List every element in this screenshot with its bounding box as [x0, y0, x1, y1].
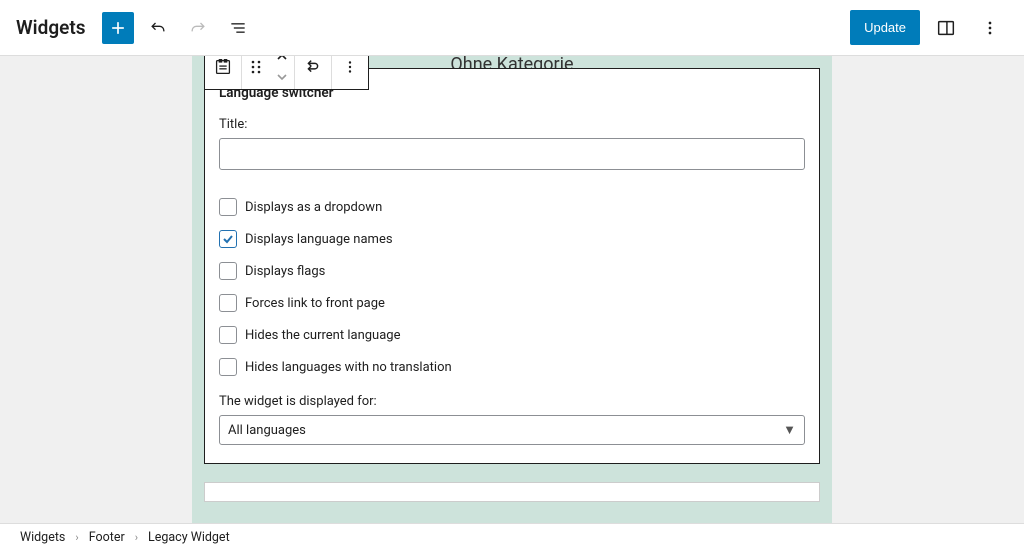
chevron-up-icon: [275, 56, 289, 62]
breadcrumb-item[interactable]: Widgets: [20, 530, 65, 545]
block-type-button[interactable]: [205, 56, 241, 89]
editor-top-toolbar: Widgets Update: [0, 0, 1024, 56]
widget-area-footer: Ohne Kategorie: [192, 56, 832, 523]
checkbox[interactable]: [219, 358, 237, 376]
update-button[interactable]: Update: [850, 10, 920, 45]
breadcrumb-sep: ›: [135, 531, 138, 544]
caret-down-icon: ▼: [783, 422, 796, 438]
plus-icon: [108, 18, 128, 38]
chevron-down-icon: [275, 72, 289, 82]
option-dropdown[interactable]: Displays as a dropdown: [219, 198, 805, 216]
checkbox[interactable]: [219, 198, 237, 216]
breadcrumb-item[interactable]: Footer: [89, 530, 125, 545]
option-label: Hides the current language: [245, 328, 400, 343]
block-toolbar: [204, 56, 369, 90]
kebab-icon: [341, 58, 359, 76]
block-more-options[interactable]: [332, 56, 368, 89]
title-label: Title:: [219, 117, 805, 132]
display-for-label: The widget is displayed for:: [219, 394, 805, 409]
redo-icon: [188, 18, 208, 38]
breadcrumb-sep: ›: [75, 531, 78, 544]
breadcrumb-item[interactable]: Legacy Widget: [148, 530, 230, 545]
option-label: Displays language names: [245, 232, 393, 247]
add-block-button[interactable]: [102, 12, 134, 44]
sidebar-icon: [935, 17, 957, 39]
block-breadcrumb: Widgets › Footer › Legacy Widget: [0, 523, 1024, 551]
list-view-button[interactable]: [222, 12, 254, 44]
drag-handle[interactable]: [242, 56, 270, 89]
option-label: Displays flags: [245, 264, 325, 279]
settings-sidebar-toggle[interactable]: [928, 10, 964, 46]
checkbox[interactable]: [219, 326, 237, 344]
move-up-button[interactable]: [274, 56, 290, 67]
legacy-widget-icon: [212, 56, 234, 78]
redo-button[interactable]: [182, 12, 214, 44]
legacy-widget-block[interactable]: Language switcher Title: Displays as a d…: [204, 68, 820, 464]
checkbox[interactable]: [219, 262, 237, 280]
move-to-icon: [302, 56, 324, 78]
more-options-button[interactable]: [972, 10, 1008, 46]
undo-button[interactable]: [142, 12, 174, 44]
display-for-select[interactable]: All languages ▼: [219, 415, 805, 445]
select-value: All languages: [228, 423, 306, 438]
widget-form: Language switcher Title: Displays as a d…: [204, 68, 820, 464]
drag-icon: [249, 58, 263, 76]
move-to-area-button[interactable]: [295, 56, 331, 89]
option-hide-current[interactable]: Hides the current language: [219, 326, 805, 344]
next-block-partial[interactable]: [204, 482, 820, 502]
option-label: Hides languages with no translation: [245, 360, 452, 375]
kebab-icon: [980, 18, 1000, 38]
title-input[interactable]: [219, 138, 805, 170]
list-view-icon: [228, 18, 248, 38]
option-label: Displays as a dropdown: [245, 200, 382, 215]
option-names[interactable]: Displays language names: [219, 230, 805, 248]
option-label: Forces link to front page: [245, 296, 385, 311]
option-flags[interactable]: Displays flags: [219, 262, 805, 280]
move-down-button[interactable]: [274, 67, 290, 87]
undo-icon: [148, 18, 168, 38]
option-hide-no-translation[interactable]: Hides languages with no translation: [219, 358, 805, 376]
page-title: Widgets: [16, 16, 86, 39]
option-force-front[interactable]: Forces link to front page: [219, 294, 805, 312]
checkbox[interactable]: [219, 230, 237, 248]
editor-canvas[interactable]: Ohne Kategorie: [0, 56, 1024, 523]
checkbox[interactable]: [219, 294, 237, 312]
